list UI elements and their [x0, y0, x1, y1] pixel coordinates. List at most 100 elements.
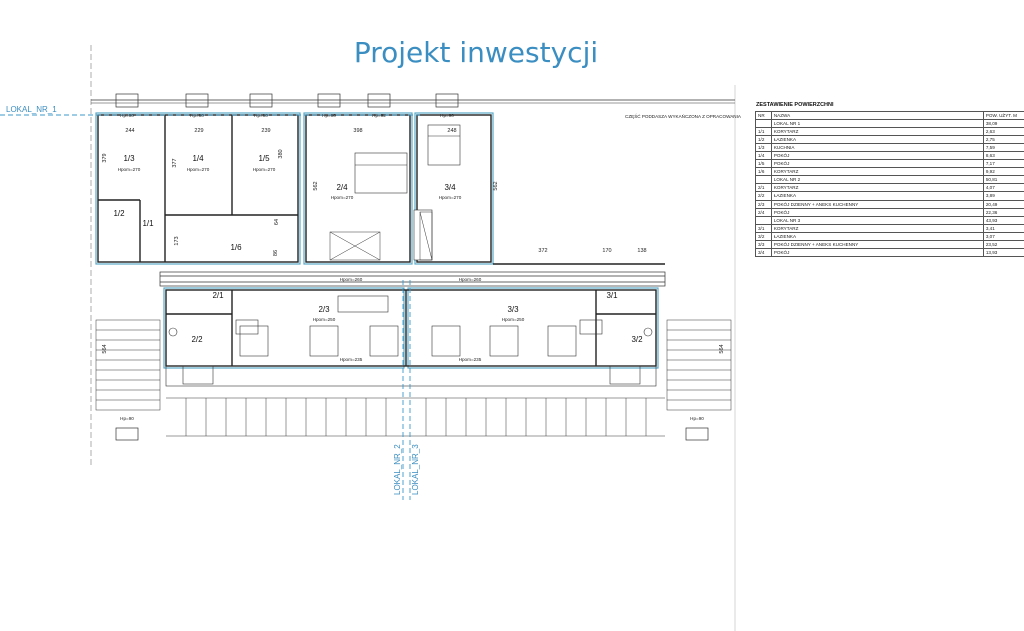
row-area: 20,49: [982, 199, 1024, 209]
row-area: 9,92: [982, 167, 1024, 177]
plan-note: CZĘŚĆ PODDASZA WYKAŃCZONA Z OPRACOWANIA: [625, 112, 742, 119]
table-row: 3/2 ŁAZIENKA 3,07: [755, 231, 1024, 241]
dim-562-b: 562: [493, 181, 499, 190]
room-tag-1-3: 1/3: [123, 154, 135, 163]
dim-380: 380: [278, 149, 284, 158]
unit-1-walls: [97, 114, 299, 263]
table-row: 2/1 KORYTARZ 4,07: [755, 183, 1024, 193]
floor-plan: LOKAL_NR_1 LOKAL_NR_2 LOKAL_NR_3 CZĘŚĆ P…: [0, 45, 742, 631]
hp-bottom-2: Hp=90: [690, 416, 704, 421]
table-row: 2/3 POKÓJ DZIENNY + ANEKS KUCHENNY 20,49: [755, 199, 1024, 209]
hp-top-1: Hp=90: [120, 113, 134, 118]
row-nr: 1/6: [755, 167, 772, 177]
row-area: 2,75: [982, 135, 1024, 145]
row-area: 8,63: [982, 151, 1024, 161]
height-corridor-2: Hpom=260: [459, 277, 482, 282]
dim-229: 229: [194, 128, 203, 134]
row-area: 23,52: [982, 239, 1024, 249]
furniture-lower: [168, 295, 653, 357]
column-header-name: NAZWA: [770, 110, 984, 121]
hp-top-5: Hp=92: [372, 113, 386, 118]
row-nr: 1/3: [755, 143, 772, 153]
height-2-4: Hpom=270: [331, 195, 354, 200]
row-name: POKÓJ: [770, 159, 984, 169]
unit-1-outline: [95, 112, 301, 265]
dim-379: 379: [102, 153, 108, 162]
row-area: 3,89: [982, 191, 1024, 201]
hp-bottom-1: Hp=90: [120, 416, 134, 421]
room-tag-3-1: 3/1: [606, 291, 618, 300]
row-name: LOKAL NR 3: [770, 215, 984, 225]
hp-top-2: Hp=90: [190, 113, 204, 118]
dim-64: 64: [274, 219, 280, 225]
row-name: KORYTARZ: [770, 167, 984, 177]
table-row: 1/2 ŁAZIENKA 2,75: [755, 135, 1024, 145]
dim-170: 170: [602, 248, 611, 254]
staircase-right: [666, 319, 732, 411]
table-row: 3/1 KORYTARZ 3,41: [755, 223, 1024, 233]
beds: [354, 124, 461, 261]
row-name: KORYTARZ: [770, 223, 984, 233]
lokal-1-label: LOKAL_NR_1: [6, 105, 57, 114]
column-header-area: POW. UŻYT. M: [982, 110, 1024, 121]
row-name: ŁAZIENKA: [770, 191, 984, 201]
height-1-4: Hpom=270: [187, 167, 210, 172]
dim-239: 239: [261, 128, 270, 134]
row-name: LOKAL NR 2: [770, 175, 984, 185]
row-area: 13,93: [982, 247, 1024, 257]
room-tag-1-1: 1/1: [142, 219, 154, 228]
row-area: 38,09: [982, 119, 1024, 129]
lokal-2-label: LOKAL_NR_2: [393, 444, 402, 495]
row-area: 43,93: [982, 215, 1024, 225]
row-nr: 1/2: [755, 135, 772, 145]
room-tag-1-6: 1/6: [230, 243, 242, 252]
height-corridor-1: Hpom=260: [340, 277, 363, 282]
row-name: ŁAZIENKA: [770, 231, 984, 241]
row-name: ŁAZIENKA: [770, 135, 984, 145]
height-1-5: Hpom=270: [253, 167, 276, 172]
dim-173: 173: [174, 236, 180, 245]
table-row: 3/3 POKÓJ DZIENNY + ANEKS KUCHENNY 23,52: [755, 239, 1024, 249]
row-name: POKÓJ: [770, 207, 984, 217]
row-name: POKÓJ: [770, 151, 984, 161]
lokal-3-label: LOKAL_NR_3: [411, 444, 420, 495]
row-area: 2,63: [982, 127, 1024, 137]
row-nr: [755, 119, 772, 129]
row-nr: 2/1: [755, 183, 772, 193]
room-tag-3-2: 3/2: [631, 335, 643, 344]
row-name: POKÓJ DZIENNY + ANEKS KUCHENNY: [770, 199, 984, 209]
dim-372: 372: [538, 248, 547, 254]
row-name: LOKAL NR 1: [770, 119, 984, 129]
row-area: 50,81: [982, 175, 1024, 185]
dim-248: 248: [447, 128, 456, 134]
row-area: 22,36: [982, 207, 1024, 217]
dim-377: 377: [172, 158, 178, 167]
chimneys-top: [115, 93, 459, 108]
row-name: POKÓJ: [770, 247, 984, 257]
row-nr: 1/5: [755, 159, 772, 169]
row-name: KORYTARZ: [770, 183, 984, 193]
room-tag-2-3: 2/3: [318, 305, 330, 314]
height-1-3: Hpom=270: [118, 167, 141, 172]
dim-244: 244: [125, 128, 134, 134]
room-tag-1-4: 1/4: [192, 154, 204, 163]
room-tag-3-3: 3/3: [507, 305, 519, 314]
row-nr: 3/3: [755, 239, 772, 249]
room-tag-1-5: 1/5: [258, 154, 270, 163]
room-tag-2-1: 2/1: [212, 291, 224, 300]
roof-strip: [165, 365, 657, 387]
area-table-title: ZESTAWIENIE POWIERZCHNI: [756, 102, 834, 108]
height-2-3: Hpom=250: [313, 317, 336, 322]
room-tag-3-4: 3/4: [444, 183, 456, 192]
dim-138: 138: [637, 248, 646, 254]
table-row: LOKAL NR 2 50,81: [755, 175, 1024, 185]
row-area: 4,07: [982, 183, 1024, 193]
height-strip-1: Hpom=235: [340, 357, 363, 362]
row-nr: 1/1: [755, 127, 772, 137]
table-header-row: NR NAZWA POW. UŻYT. M: [755, 110, 1024, 121]
row-nr: 2/3: [755, 199, 772, 209]
column-header-nr: NR: [755, 110, 772, 121]
table-row: 2/2 ŁAZIENKA 3,89: [755, 191, 1024, 201]
row-area: 3,07: [982, 231, 1024, 241]
area-table-grid: NR NAZWA POW. UŻYT. M LOKAL NR 1 38,09 1/…: [755, 110, 1024, 257]
